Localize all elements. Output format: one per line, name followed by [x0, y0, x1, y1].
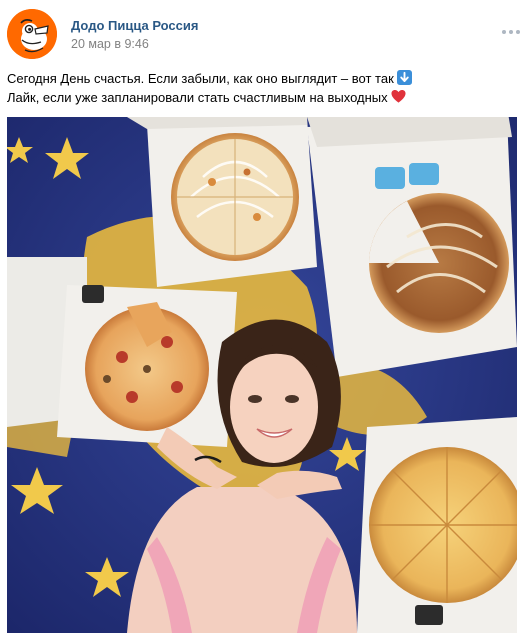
post-photo[interactable]: [7, 117, 517, 633]
post-text-content-1: Сегодня День счастья. Если забыли, как о…: [7, 71, 394, 86]
heart-emoji-icon: [391, 89, 406, 103]
post-text-content-2: Лайк, если уже запланировали стать счаст…: [7, 90, 388, 105]
post-card: Додо Пицца Россия 20 мар в 9:46 Сегодня …: [0, 0, 529, 639]
author-name-link[interactable]: Додо Пицца Россия: [71, 18, 198, 33]
avatar[interactable]: [7, 9, 57, 59]
pizza-photo-image: [7, 117, 517, 633]
post-text-line-2: Лайк, если уже запланировали стать счаст…: [7, 88, 522, 107]
post-date-link[interactable]: 20 мар в 9:46: [71, 37, 149, 51]
dodo-logo-icon: [7, 9, 57, 59]
post-text: Сегодня День счастья. Если забыли, как о…: [7, 69, 522, 107]
post-text-line-1: Сегодня День счастья. Если забыли, как о…: [7, 69, 522, 88]
more-options-icon[interactable]: [500, 25, 522, 39]
post-header: Додо Пицца Россия 20 мар в 9:46: [7, 9, 522, 59]
arrow-down-emoji-icon: [396, 70, 412, 85]
